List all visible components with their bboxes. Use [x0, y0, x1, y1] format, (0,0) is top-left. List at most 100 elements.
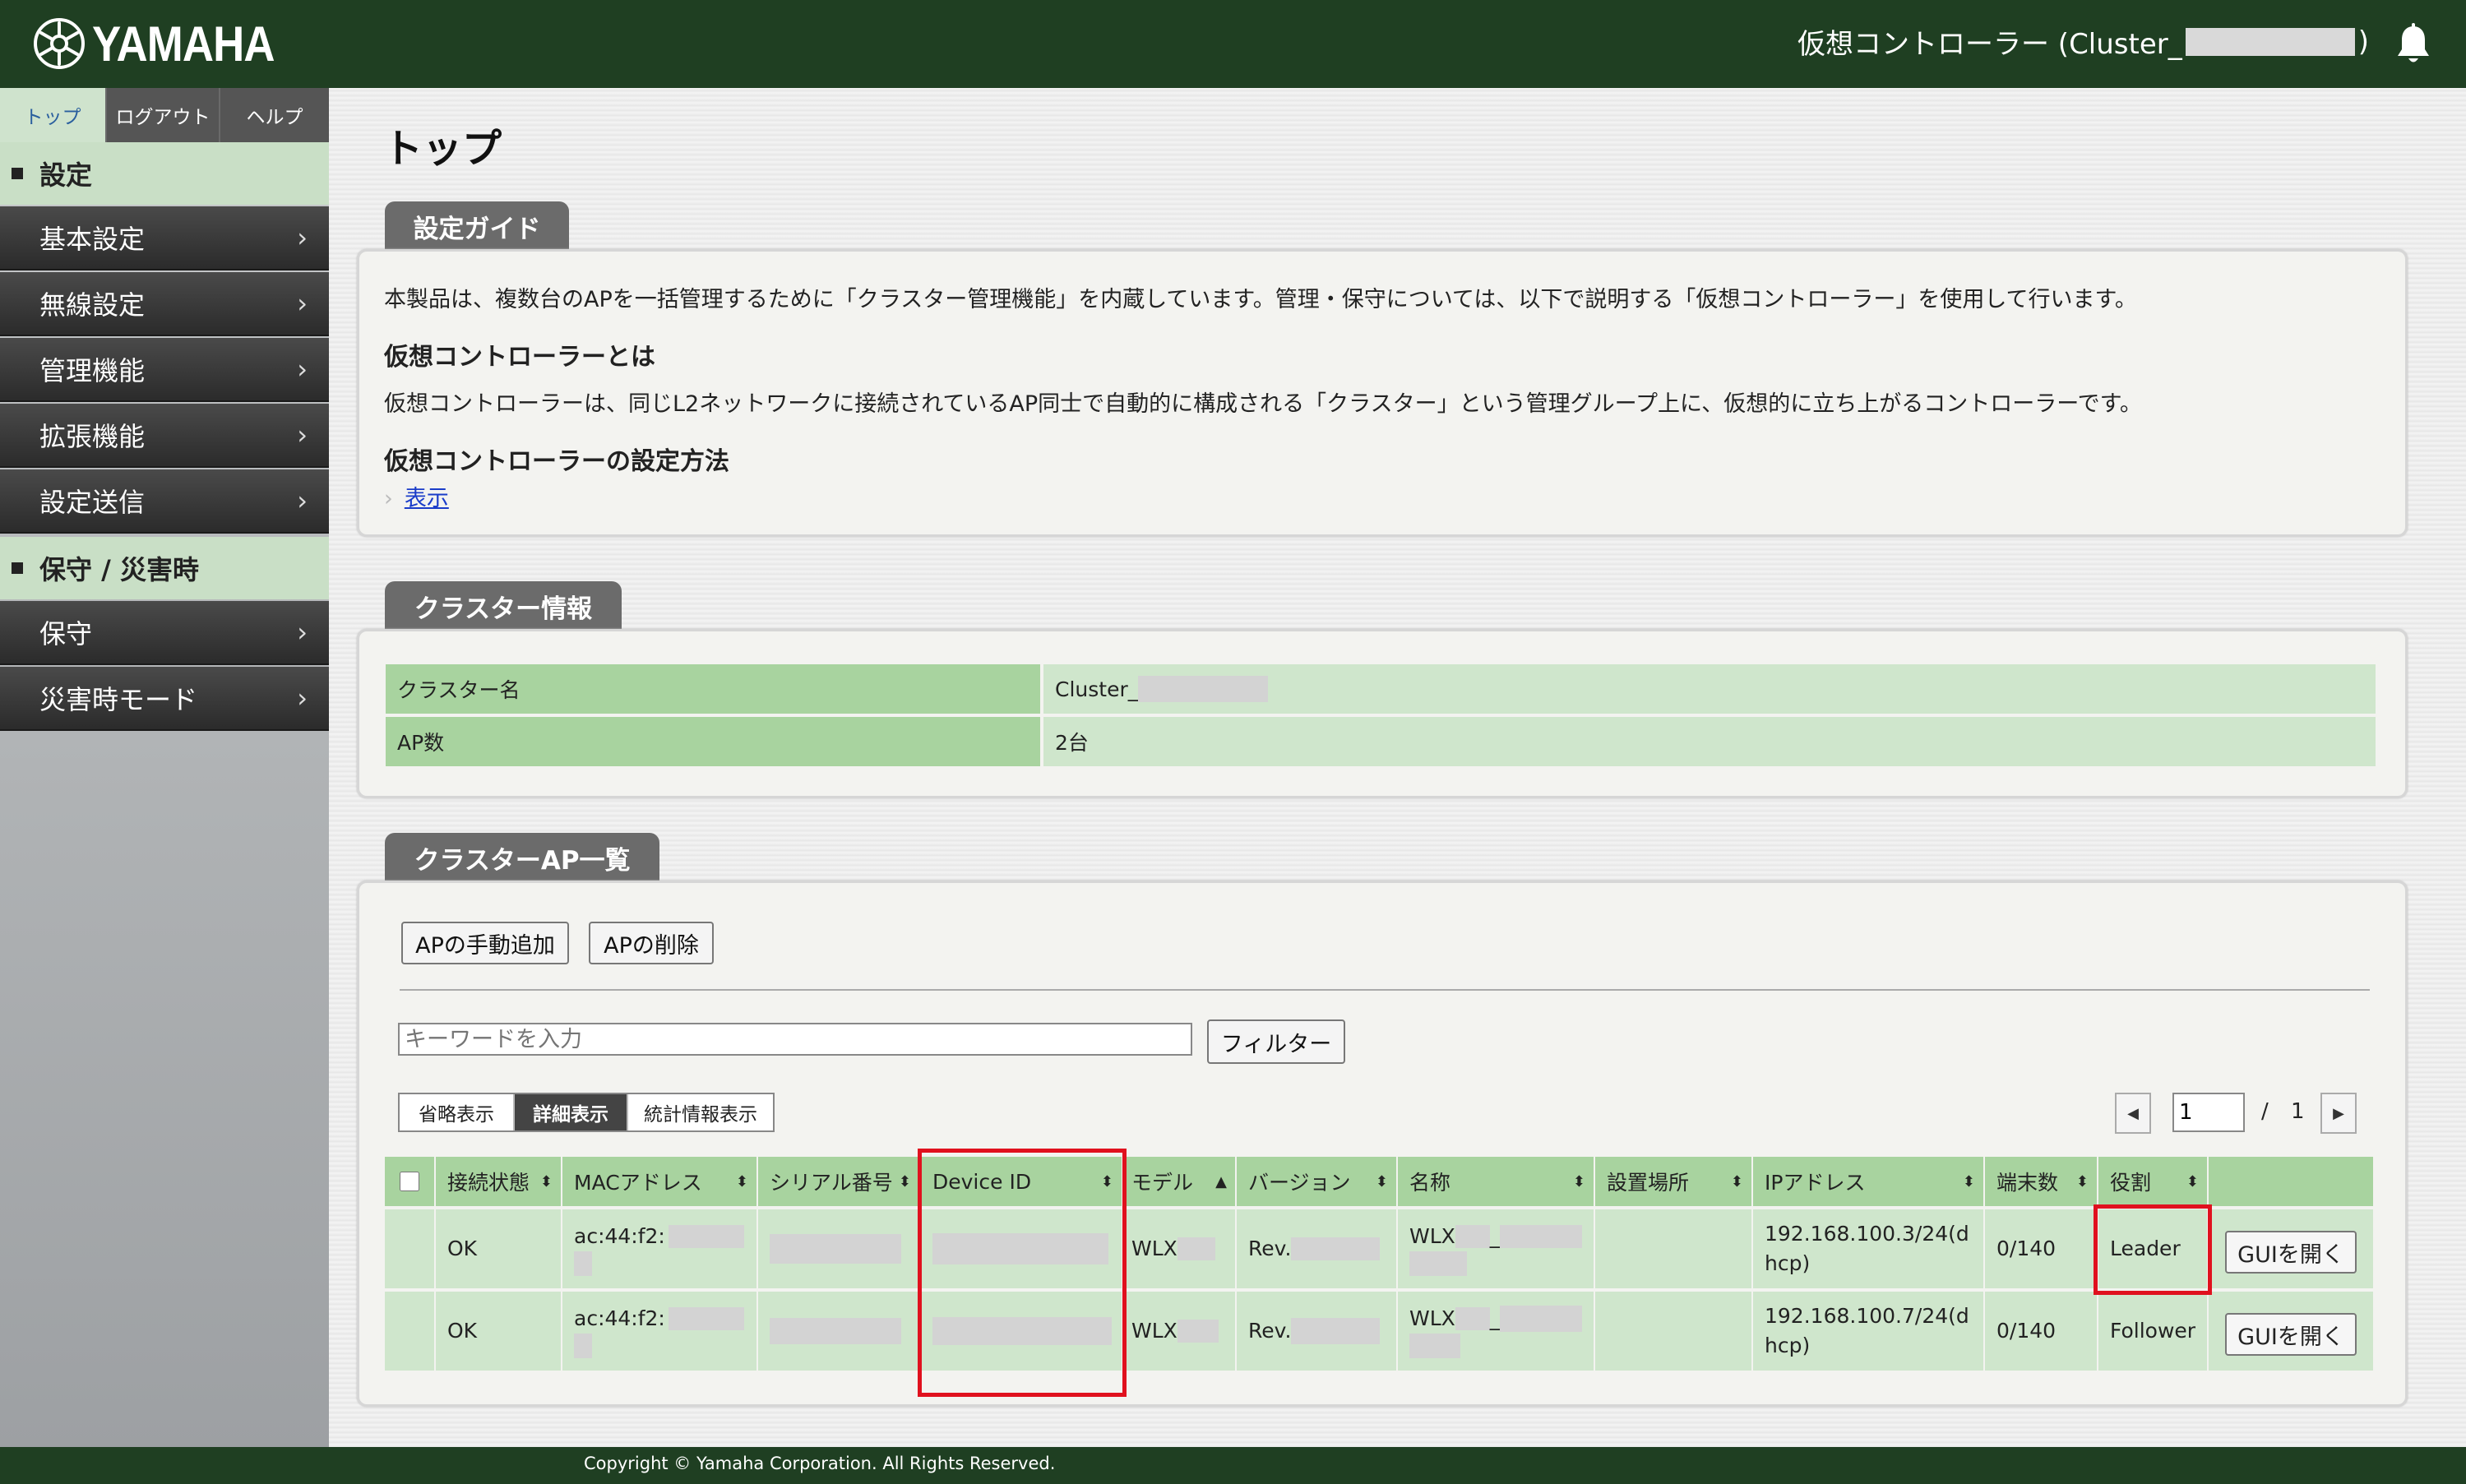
redacted-name	[1500, 1306, 1583, 1332]
version-cell: Rev.	[1237, 1209, 1396, 1288]
yamaha-logo[interactable]: YAMAHA	[33, 15, 299, 72]
sort-asc-icon: ▲	[1215, 1172, 1227, 1190]
ip-cell: 192.168.100.3/24(d hcp)	[1753, 1209, 1983, 1288]
redacted-model	[1177, 1320, 1219, 1343]
version-cell: Rev.	[1237, 1292, 1396, 1371]
guide-section-tab: 設定ガイド	[385, 201, 569, 251]
column-version[interactable]: バージョン ⬍	[1237, 1157, 1396, 1206]
tab-summary-view[interactable]: 省略表示	[400, 1094, 515, 1130]
sort-icon: ⬍	[735, 1172, 748, 1190]
delete-ap-button[interactable]: APの削除	[589, 922, 714, 964]
tab-detail-view[interactable]: 詳細表示	[515, 1094, 628, 1130]
name-prefix: WLX	[1409, 1224, 1455, 1248]
sort-icon: ⬍	[898, 1172, 911, 1190]
tab-top[interactable]: トップ	[0, 88, 107, 142]
mac-line: ac:44:f2:	[574, 1222, 744, 1251]
chevron-right-icon: ›	[297, 222, 308, 253]
square-bullet-icon	[12, 562, 23, 574]
cluster-name-label: クラスター名	[386, 664, 1040, 714]
sort-icon: ⬍	[539, 1172, 553, 1190]
guide-panel: 本製品は、複数台のAPを一括管理するために「クラスター管理機能」を内蔵しています…	[357, 249, 2408, 537]
open-gui-button[interactable]: GUIを開く	[2225, 1313, 2357, 1356]
redacted-mac-tail	[574, 1334, 592, 1358]
next-page-button[interactable]: ▶	[2320, 1093, 2357, 1134]
cluster-name-text: Cluster_	[1055, 677, 1139, 701]
column-location[interactable]: 設置場所 ⬍	[1595, 1157, 1751, 1206]
serial-cell	[758, 1292, 919, 1371]
show-setup-link[interactable]: 表示	[405, 486, 449, 511]
sidebar-item-label: 管理機能	[39, 355, 146, 386]
prev-page-button[interactable]: ◀	[2115, 1093, 2151, 1134]
column-mac[interactable]: MACアドレス ⬍	[562, 1157, 756, 1206]
sidebar-item-basic-settings[interactable]: 基本設定 ›	[0, 206, 329, 270]
open-gui-button[interactable]: GUIを開く	[2225, 1231, 2357, 1274]
column-label: バージョン	[1248, 1171, 1351, 1195]
redacted-name-tail	[1409, 1251, 1467, 1276]
redacted-version	[1291, 1237, 1381, 1260]
table-row-select	[385, 1209, 434, 1288]
yamaha-emblem-icon	[34, 18, 85, 69]
column-label: 設置場所	[1607, 1171, 1690, 1195]
column-serial[interactable]: シリアル番号 ⬍	[758, 1157, 919, 1206]
column-role[interactable]: 役割 ⬍	[2098, 1157, 2207, 1206]
ip-line1: 192.168.100.7/24(d	[1765, 1304, 1969, 1328]
column-clients[interactable]: 端末数 ⬍	[1985, 1157, 2097, 1206]
name-cell: WLX _	[1398, 1292, 1594, 1371]
column-model[interactable]: モデル ▲	[1123, 1157, 1235, 1206]
status-cell: OK	[436, 1209, 561, 1288]
sidebar-item-wireless-settings[interactable]: 無線設定 ›	[0, 272, 329, 336]
keyword-search-input[interactable]	[398, 1023, 1192, 1056]
sidebar-item-maintenance[interactable]: 保守 ›	[0, 601, 329, 665]
name-line: WLX _	[1409, 1304, 1583, 1334]
column-status[interactable]: 接続状態 ⬍	[436, 1157, 561, 1206]
page-number-input[interactable]	[2172, 1093, 2245, 1132]
version-prefix: Rev.	[1248, 1237, 1292, 1260]
guide-heading-what: 仮想コントローラーとは	[384, 343, 655, 372]
sidebar-item-label: 設定送信	[39, 487, 146, 518]
model-cell: WLX	[1123, 1209, 1235, 1288]
version-prefix: Rev.	[1248, 1319, 1292, 1343]
sidebar-item-label: 保守	[39, 618, 93, 650]
table-row-select	[385, 1292, 434, 1371]
select-all-checkbox[interactable]	[400, 1172, 419, 1191]
column-label: 名称	[1409, 1171, 1451, 1195]
sidebar-item-extensions[interactable]: 拡張機能 ›	[0, 404, 329, 468]
redacted-name-tail	[1409, 1334, 1460, 1358]
ap-list-section-tab: クラスターAP一覧	[385, 833, 659, 882]
tab-logout[interactable]: ログアウト	[107, 88, 220, 142]
status-cell: OK	[436, 1292, 561, 1371]
name-cell: WLX _	[1398, 1209, 1594, 1288]
guide-intro-text: 本製品は、複数台のAPを一括管理するために「クラスター管理機能」を内蔵しています…	[384, 287, 2137, 312]
role-highlight-box	[2094, 1204, 2212, 1295]
role-cell: Follower	[2098, 1292, 2207, 1371]
tab-help[interactable]: ヘルプ	[220, 88, 329, 142]
guide-show-link-row: › 表示	[384, 480, 449, 512]
cluster-info-section-tab: クラスター情報	[385, 581, 622, 631]
bell-icon[interactable]	[2394, 23, 2432, 66]
column-label: モデル	[1131, 1171, 1194, 1195]
controller-title-prefix: 仮想コントローラー (Cluster_	[1797, 28, 2182, 61]
name-line: WLX _	[1409, 1222, 1583, 1251]
sidebar-item-management[interactable]: 管理機能 ›	[0, 338, 329, 402]
view-mode-tabs: 省略表示 詳細表示 統計情報表示	[398, 1093, 775, 1132]
filter-button[interactable]: フィルター	[1207, 1019, 1345, 1064]
chevron-right-icon: ›	[297, 485, 308, 516]
redacted-cluster-name	[1138, 676, 1269, 702]
column-name[interactable]: 名称 ⬍	[1398, 1157, 1594, 1206]
column-ip[interactable]: IPアドレス ⬍	[1753, 1157, 1983, 1206]
redacted-name	[1455, 1307, 1490, 1330]
sort-icon: ⬍	[1730, 1172, 1743, 1190]
chevron-right-icon: ›	[297, 288, 308, 319]
sort-icon: ⬍	[1572, 1172, 1585, 1190]
device-id-highlight-box	[918, 1149, 1127, 1397]
sidebar-item-disaster-mode[interactable]: 災害時モード ›	[0, 667, 329, 731]
column-label: IPアドレス	[1765, 1171, 1866, 1195]
sidebar-tabs: トップ ログアウト ヘルプ	[0, 88, 329, 142]
sidebar-item-send-settings[interactable]: 設定送信 ›	[0, 469, 329, 534]
tab-stats-view[interactable]: 統計情報表示	[628, 1094, 773, 1130]
column-actions	[2209, 1157, 2373, 1206]
column-label: 接続状態	[447, 1171, 530, 1195]
column-label: MACアドレス	[574, 1171, 702, 1195]
add-ap-button[interactable]: APの手動追加	[401, 922, 569, 964]
ap-count-value: 2台	[1043, 717, 2376, 766]
